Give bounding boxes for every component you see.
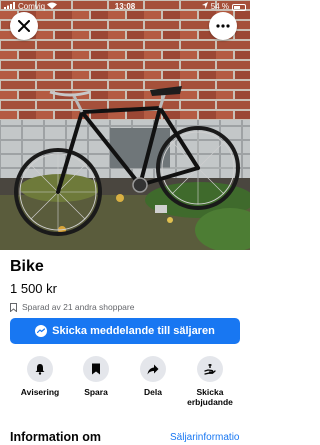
status-bar: Comviq 13:08 54 % xyxy=(0,0,250,14)
send-offer-button[interactable]: Skicka erbjudande xyxy=(182,356,238,407)
save-circle xyxy=(83,356,109,382)
saved-by-text: Sparad av 21 andra shoppare xyxy=(22,302,135,312)
info-section-title: Information om xyxy=(10,430,101,444)
share-circle xyxy=(140,356,166,382)
send-offer-label: Skicka erbjudande xyxy=(187,387,233,407)
listing-photo[interactable] xyxy=(0,0,250,250)
listing-price: 1 500 kr xyxy=(10,281,57,296)
battery-icon xyxy=(232,3,246,11)
message-seller-button[interactable]: Skicka meddelande till säljaren xyxy=(10,318,240,344)
notify-label: Avisering xyxy=(20,387,60,397)
offer-icon xyxy=(204,364,216,375)
notify-circle xyxy=(27,356,53,382)
messenger-icon xyxy=(35,325,48,337)
close-button[interactable] xyxy=(10,12,38,40)
bell-icon xyxy=(35,364,45,375)
bike-photo-illustration xyxy=(0,0,250,250)
seller-info-link[interactable]: Säljarinformatio xyxy=(170,432,250,443)
bookmark-outline-icon xyxy=(10,302,17,312)
send-offer-circle xyxy=(197,356,223,382)
action-row: Avisering Spara Dela Skicka erbjudande xyxy=(0,356,250,408)
more-icon xyxy=(216,24,230,28)
share-icon xyxy=(147,364,159,374)
save-button[interactable]: Spara xyxy=(68,356,124,397)
save-label: Spara xyxy=(84,387,108,397)
close-icon xyxy=(18,20,30,32)
share-label: Dela xyxy=(144,387,162,397)
listing-title: Bike xyxy=(10,258,44,275)
saved-by-row: Sparad av 21 andra shoppare xyxy=(10,302,134,312)
message-seller-label: Skicka meddelande till säljaren xyxy=(52,325,215,337)
location-icon xyxy=(201,0,208,14)
notify-button[interactable]: Avisering xyxy=(12,356,68,397)
bookmark-icon xyxy=(92,363,100,375)
more-options-button[interactable] xyxy=(209,12,237,40)
share-button[interactable]: Dela xyxy=(125,356,181,397)
